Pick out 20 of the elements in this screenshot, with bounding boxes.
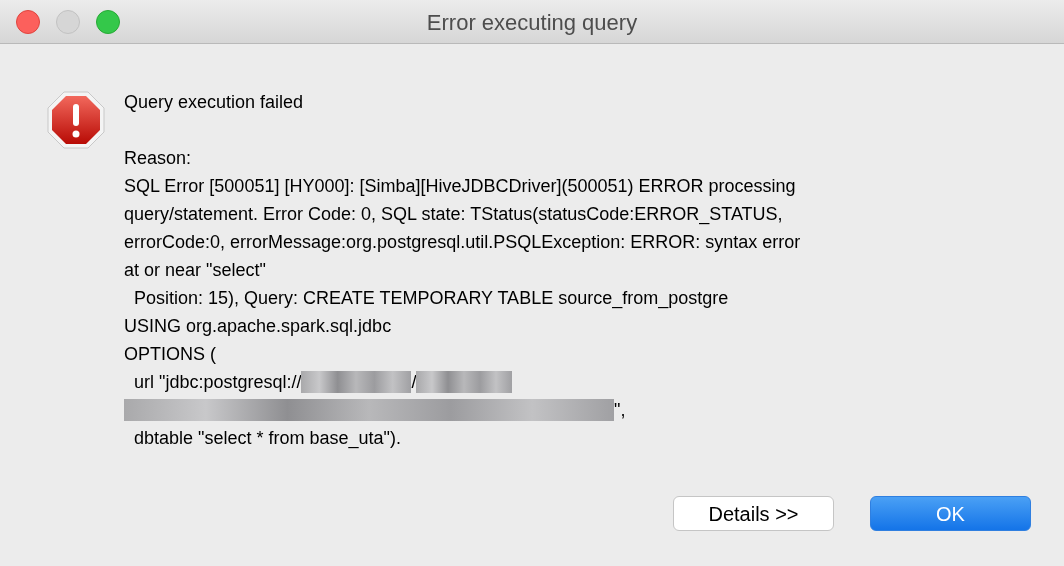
ok-button[interactable]: OK [870, 496, 1031, 531]
message-text: dbtable "select * from base_uta"). [133, 427, 401, 451]
message-text: USING org.apache.spark.sql.jdbc [124, 315, 392, 338]
message-text: Reason: [124, 147, 192, 170]
message-text: OPTIONS ( [124, 343, 216, 366]
message-text: query/statement. Error Code: 0, SQL state: TStatus(statusCode:ERROR_STATUS, [124, 203, 783, 227]
details-button[interactable]: Details >> [673, 496, 834, 531]
close-button[interactable] [16, 9, 40, 34]
message-text: url "jdbc:postgresql:// [133, 371, 302, 394]
message-text: / [411, 371, 417, 394]
message-text: Position: 15), Query: CREATE TEMPORARY TABLE source_from_postgre [133, 287, 729, 311]
message-text: at or near "select" [124, 259, 266, 282]
message-text: errorCode:0, errorMessage:org.postgresql.util.PSQLException: ERROR: syntax error [124, 231, 801, 254]
zoom-button[interactable] [96, 9, 120, 34]
message-heading: Query execution failed [124, 91, 305, 114]
window-title: Error executing query [426, 8, 638, 37]
message-text: ", [614, 399, 626, 422]
minimize-button[interactable] [56, 9, 80, 34]
error-icon [46, 90, 106, 150]
message-text: SQL Error [500051] [HY000]: [Simba][HiveJDBCDriver](500051) ERROR processing [124, 175, 796, 198]
